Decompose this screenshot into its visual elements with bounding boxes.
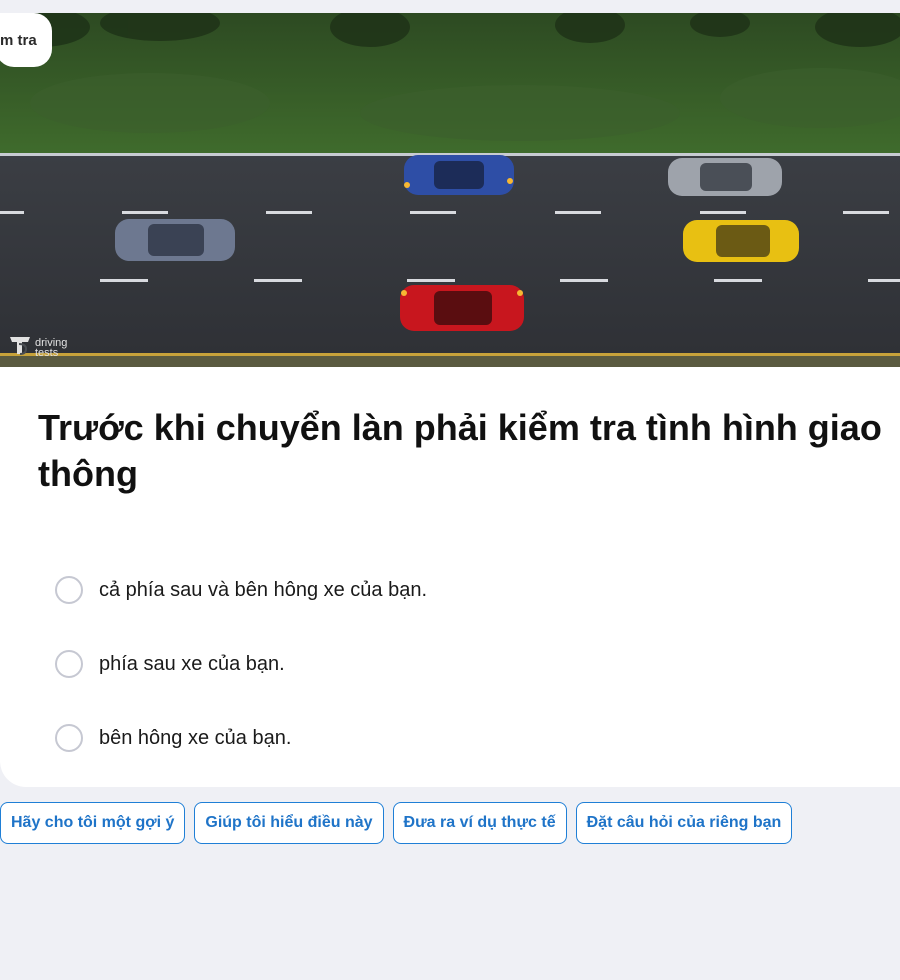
question-card: m tra driving tests Trước khi chuyển làn… [0, 13, 900, 787]
watermark-text: driving tests [35, 336, 68, 359]
answer-option[interactable]: bên hông xe của bạn. [55, 701, 855, 775]
radio-button[interactable] [55, 724, 83, 752]
question-title: Trước khi chuyển làn phải kiểm tra tình … [38, 407, 882, 494]
partial-tab-label[interactable]: m tra [0, 13, 52, 67]
answer-option-label: phía sau xe của bạn. [99, 652, 285, 675]
radio-button[interactable] [55, 576, 83, 604]
partial-tab-text: m tra [0, 31, 37, 49]
explain-button[interactable]: Giúp tôi hiểu điều này [194, 802, 384, 844]
answer-option-label: bên hông xe của bạn. [99, 726, 292, 749]
suggestion-chips: Hãy cho tôi một gợi ý Giúp tôi hiểu điều… [0, 802, 793, 844]
answer-option[interactable]: cả phía sau và bên hông xe của bạn. [55, 553, 855, 627]
answer-option-label: cả phía sau và bên hông xe của bạn. [99, 578, 428, 601]
question-image [0, 13, 900, 367]
radio-button[interactable] [55, 650, 83, 678]
driving-tests-watermark: driving tests [8, 334, 79, 361]
answer-option[interactable]: phía sau xe của bạn. [55, 627, 855, 701]
hint-button[interactable]: Hãy cho tôi một gợi ý [0, 802, 186, 844]
real-example-button[interactable]: Đưa ra ví dụ thực tế [392, 802, 567, 844]
answer-options: cả phía sau và bên hông xe của bạn. phía… [55, 553, 855, 775]
driving-tests-logo-icon [8, 334, 32, 361]
ask-own-question-button[interactable]: Đặt câu hỏi của riêng bạn [575, 802, 793, 844]
